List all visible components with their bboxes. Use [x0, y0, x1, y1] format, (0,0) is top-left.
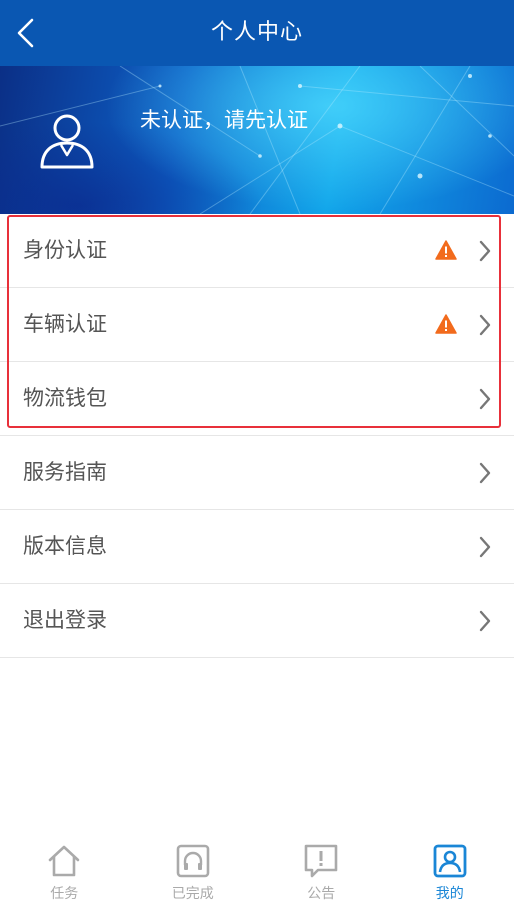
announcement-icon	[304, 844, 338, 878]
tab-label: 已完成	[171, 886, 214, 902]
warning-icon	[435, 240, 457, 260]
menu-item-identity-verification[interactable]: 身份认证	[0, 214, 514, 288]
user-avatar-icon[interactable]	[38, 109, 96, 171]
headset-icon	[176, 844, 210, 878]
tab-label: 我的	[435, 886, 464, 902]
menu-item-version-info[interactable]: 版本信息	[0, 510, 514, 584]
menu-item-label: 车辆认证	[23, 312, 107, 336]
profile-menu: 身份认证 车辆认证 物流钱包 服务指南 版本信息 退出登录	[0, 214, 514, 658]
chevron-right-icon	[479, 388, 491, 410]
auth-status-text[interactable]: 未认证，请先认证	[140, 104, 308, 134]
menu-item-logout[interactable]: 退出登录	[0, 584, 514, 658]
menu-item-label: 服务指南	[23, 460, 107, 484]
chevron-right-icon	[479, 536, 491, 558]
menu-item-label: 版本信息	[23, 534, 107, 558]
page-title: 个人中心	[210, 20, 303, 45]
app-header: 个人中心	[0, 0, 514, 66]
chevron-right-icon	[479, 240, 491, 262]
tab-completed[interactable]: 已完成	[129, 834, 258, 907]
menu-item-label: 身份认证	[23, 238, 107, 262]
menu-item-service-guide[interactable]: 服务指南	[0, 436, 514, 510]
profile-icon	[433, 844, 467, 878]
menu-item-logistics-wallet[interactable]: 物流钱包	[0, 362, 514, 436]
warning-icon	[435, 314, 457, 334]
home-icon	[48, 845, 80, 877]
menu-item-label: 物流钱包	[23, 386, 107, 410]
menu-item-label: 退出登录	[23, 608, 107, 632]
profile-banner: 未认证，请先认证	[0, 66, 514, 214]
tab-tasks[interactable]: 任务	[0, 834, 129, 907]
chevron-right-icon	[479, 610, 491, 632]
chevron-right-icon	[479, 314, 491, 336]
bottom-tab-bar: 任务 已完成 公告 我的	[0, 834, 514, 907]
tab-label: 任务	[50, 886, 79, 902]
tab-mine[interactable]: 我的	[386, 834, 514, 907]
chevron-right-icon	[479, 462, 491, 484]
tab-announcements[interactable]: 公告	[257, 834, 386, 907]
tab-label: 公告	[307, 886, 336, 902]
menu-item-vehicle-verification[interactable]: 车辆认证	[0, 288, 514, 362]
